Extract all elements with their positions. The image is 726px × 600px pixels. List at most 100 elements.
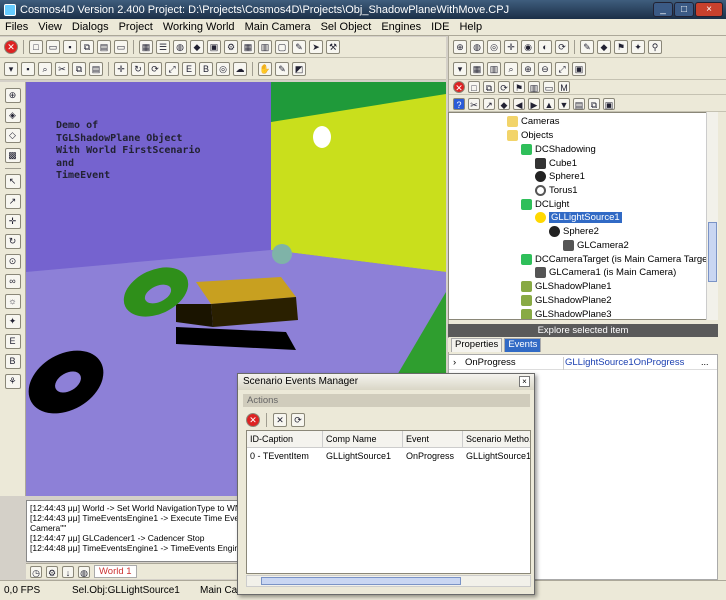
table-hscrollbar[interactable] (246, 575, 531, 587)
table-icon[interactable]: ▦ (241, 40, 255, 54)
tab-events[interactable]: Events (504, 338, 542, 352)
paste-icon[interactable]: ▤ (89, 61, 103, 76)
layout-icon[interactable]: ▥ (258, 40, 272, 54)
paste-icon[interactable]: ▤ (97, 40, 111, 54)
save-file-icon[interactable]: ▪ (21, 61, 35, 76)
scroll-thumb[interactable] (708, 222, 717, 282)
move-icon[interactable]: ✛ (504, 40, 518, 54)
refresh-icon[interactable]: ⟳ (291, 412, 305, 427)
new-icon[interactable]: □ (468, 81, 480, 93)
dialog-title[interactable]: Scenario Events Manager (238, 374, 534, 390)
zoom-out-icon[interactable]: ⊖ (538, 61, 552, 76)
tab-world-1[interactable]: World 1 (94, 565, 137, 578)
event-handler[interactable]: GLLightSource1OnProgress (565, 357, 684, 368)
stop-icon[interactable]: ✕ (4, 40, 18, 54)
actions-table[interactable]: ID-Caption Comp Name Event Scenario Meth… (246, 430, 531, 574)
objects-icon[interactable]: ◆ (190, 40, 204, 54)
refresh-icon[interactable]: ⟳ (148, 61, 162, 76)
menu-dialogs[interactable]: Dialogs (67, 21, 114, 33)
tree-item[interactable]: DCLight (521, 198, 569, 211)
tab-properties[interactable]: Properties (451, 338, 503, 352)
text-e-icon[interactable]: E (4, 334, 21, 349)
zoom-in-icon[interactable]: ⊕ (521, 61, 535, 76)
link-icon[interactable]: ∞ (4, 274, 21, 289)
zoom-in-icon[interactable]: ⊕ (453, 40, 467, 54)
cut-icon[interactable]: ✕ (273, 412, 287, 427)
forward-icon[interactable]: ▶ (528, 97, 540, 110)
bars-icon[interactable]: ▥ (487, 61, 501, 76)
tree-item-selected[interactable]: GLLightSource1 (535, 211, 622, 224)
tree-scrollbar[interactable] (706, 112, 718, 320)
text-e-icon[interactable]: E (182, 61, 196, 76)
tree-item[interactable]: GLShadowPlane2 (521, 294, 612, 307)
tree-item[interactable]: Cube1 (535, 157, 577, 170)
grid-icon[interactable]: ▦ (139, 40, 153, 54)
text-b-icon[interactable]: B (4, 354, 21, 369)
new-dropdown-icon[interactable]: ▾ (4, 61, 18, 76)
frame-icon[interactable]: ▣ (572, 61, 586, 76)
effect-icon[interactable]: ◇ (4, 128, 21, 143)
box-icon[interactable]: ▢ (275, 40, 289, 54)
minimize-button[interactable]: _ (653, 2, 673, 17)
menu-main-camera[interactable]: Main Camera (240, 21, 316, 33)
find-icon[interactable]: ⌕ (38, 61, 52, 76)
pen-icon[interactable]: ✎ (275, 61, 289, 76)
cube-icon[interactable]: ▣ (603, 97, 615, 110)
cut-icon[interactable]: ✂ (468, 97, 480, 110)
scroll-thumb[interactable] (261, 577, 461, 585)
copy-icon[interactable]: ⧉ (483, 81, 495, 93)
shape-icon[interactable]: ◩ (292, 61, 306, 76)
delete-icon[interactable]: ✕ (246, 412, 260, 427)
copy-icon[interactable]: ⧉ (80, 40, 94, 54)
world-icon[interactable]: ◍ (173, 40, 187, 54)
table-cell[interactable]: GLLightSource1 (323, 449, 403, 464)
tool-icon[interactable]: ✎ (580, 40, 594, 54)
flag-icon[interactable]: ⚑ (513, 81, 525, 93)
tree-item[interactable]: DCShadowing (521, 143, 596, 156)
monitor-icon[interactable]: ▭ (543, 81, 555, 93)
column-header[interactable]: ID-Caption (247, 431, 323, 448)
help-icon[interactable]: ? (453, 97, 465, 110)
tree-item[interactable]: DCCameraTarget (is Main Camera Target) (521, 253, 713, 266)
cloud-icon[interactable]: ☁ (233, 61, 247, 76)
tree-item[interactable]: GLCamera1 (is Main Camera) (535, 266, 676, 279)
fit-icon[interactable]: ⤢ (555, 61, 569, 76)
column-header[interactable]: Event (403, 431, 463, 448)
pointer-icon[interactable]: ↗ (4, 194, 21, 209)
settings-icon[interactable]: ⚙ (224, 40, 238, 54)
tree-item[interactable]: GLCamera2 (563, 239, 629, 252)
tree-item[interactable]: Sphere2 (549, 225, 599, 238)
globe-icon[interactable]: ◍ (78, 565, 90, 578)
zoom-icon[interactable]: ⊙ (4, 254, 21, 269)
hand-icon[interactable]: ✋ (258, 61, 272, 76)
column-header[interactable]: Scenario Metho... (463, 431, 530, 448)
open-folder-icon[interactable]: ▭ (46, 40, 60, 54)
menu-ide[interactable]: IDE (426, 21, 454, 33)
tree-item[interactable]: Torus1 (535, 184, 578, 197)
tree-icon[interactable]: ⚘ (4, 374, 21, 389)
scale-icon[interactable]: ⤢ (165, 61, 179, 76)
table-cell[interactable]: GLLightSource1... (463, 449, 530, 464)
light-icon[interactable]: ☼ (4, 294, 21, 309)
log-panel[interactable]: [12:44:43 μμ] World -> Set World Navigat… (26, 500, 266, 562)
pointer-icon[interactable]: ↗ (483, 97, 495, 110)
new-file-icon[interactable]: □ (29, 40, 43, 54)
object-icon[interactable]: ◆ (498, 97, 510, 110)
tree-item[interactable]: Sphere1 (535, 170, 585, 183)
tree-item[interactable]: Cameras (507, 115, 560, 128)
table-cell[interactable]: 0 - TEventItem (247, 449, 323, 464)
menu-engines[interactable]: Engines (376, 21, 426, 33)
view-icon[interactable]: ◐ (538, 40, 552, 54)
menu-view[interactable]: View (33, 21, 67, 33)
zoom-icon[interactable]: ⌕ (504, 61, 518, 76)
camera-icon[interactable]: ◉ (521, 40, 535, 54)
paint-icon[interactable]: ✦ (631, 40, 645, 54)
up-icon[interactable]: ▲ (543, 97, 555, 110)
dropdown-icon[interactable]: ▾ (453, 61, 467, 76)
clock-icon[interactable]: ◷ (30, 565, 42, 578)
menu-project[interactable]: Project (114, 21, 158, 33)
delete-icon[interactable]: ✕ (453, 81, 465, 93)
pick-icon[interactable]: ◎ (216, 61, 230, 76)
refresh-icon[interactable]: ⟳ (498, 81, 510, 93)
paste-icon[interactable]: ▤ (573, 97, 585, 110)
